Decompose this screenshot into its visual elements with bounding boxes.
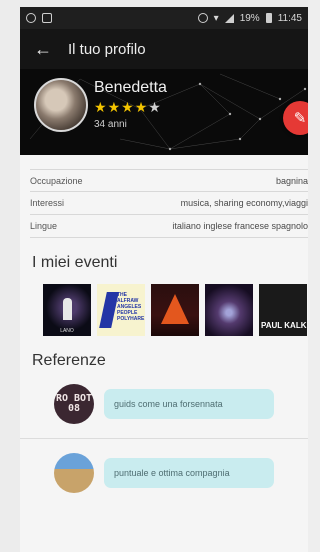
back-arrow-icon[interactable]: ←: [34, 40, 52, 58]
reference-bubble: puntuale e ottima compagnia: [104, 458, 274, 488]
profile-header: Benedetta ★★★★★ 34 anni ✎: [20, 69, 308, 155]
info-label: Interessi: [30, 198, 65, 208]
pencil-icon: ✎: [293, 110, 307, 127]
info-label: Occupazione: [30, 175, 83, 186]
references-list: RO BOT 08 guids come una forsennata punt…: [20, 384, 308, 493]
event-thumbnail[interactable]: PAUL KALK: [259, 284, 307, 336]
info-row-lingue: Lingue italiano inglese francese spagnol…: [30, 215, 308, 238]
event-thumbnail[interactable]: LANO: [43, 284, 91, 336]
whatsapp-icon: [26, 13, 36, 23]
star-icon: ★: [134, 99, 149, 115]
info-value: musica, sharing economy,viaggi: [180, 198, 308, 208]
profile-info: Occupazione bagnina Interessi musica, sh…: [20, 169, 308, 238]
event-graphic: [161, 294, 189, 324]
event-thumbnail[interactable]: [151, 284, 199, 336]
profile-age: 34 anni: [94, 119, 127, 130]
event-caption: THE ALFRAW ANGELES PEOPLE POLYHARE: [117, 292, 145, 322]
screenshot-frame: ▾ 19% 11:45 ← Il tuo profilo Benedetta ★…: [0, 0, 308, 552]
gallery-icon: [42, 13, 52, 23]
reference-divider: [20, 438, 308, 439]
event-graphic: [99, 292, 119, 328]
info-value: italiano inglese francese spagnolo: [172, 221, 308, 231]
event-caption: LANO: [60, 328, 74, 334]
reference-item: puntuale e ottima compagnia: [54, 453, 308, 493]
star-empty-icon: ★: [148, 99, 162, 115]
wifi-icon: ▾: [213, 12, 219, 24]
events-list: LANO THE ALFRAW ANGELES PEOPLE POLYHARE …: [43, 284, 308, 336]
info-row-occupazione: Occupazione bagnina: [30, 169, 308, 192]
info-row-interessi: Interessi musica, sharing economy,viaggi: [30, 192, 308, 215]
references-title: Referenze: [32, 352, 106, 369]
reference-bubble: guids come una forsennata: [104, 389, 274, 419]
rating-stars: ★★★★★: [94, 99, 162, 116]
event-figure: [63, 298, 72, 320]
star-icon: ★: [94, 99, 108, 115]
event-caption: PAUL KALK: [261, 321, 307, 330]
profile-name: Benedetta: [94, 79, 167, 96]
battery-percent: 19%: [239, 12, 260, 24]
signal-icon: [224, 13, 234, 23]
info-value: bagnina: [275, 175, 308, 186]
profile-avatar: [34, 78, 88, 132]
reference-item: RO BOT 08 guids come una forsennata: [54, 384, 308, 424]
battery-icon: [265, 13, 272, 23]
reference-avatar[interactable]: [54, 453, 94, 493]
event-thumbnail[interactable]: THE ALFRAW ANGELES PEOPLE POLYHARE: [97, 284, 145, 336]
status-bar: ▾ 19% 11:45: [20, 7, 308, 29]
app-bar: ← Il tuo profilo: [20, 29, 308, 69]
status-right: ▾ 19% 11:45: [197, 12, 302, 24]
star-icon: ★: [121, 99, 135, 115]
status-time: 11:45: [277, 12, 302, 24]
page-title: Il tuo profilo: [68, 40, 146, 58]
phone-screen: ▾ 19% 11:45 ← Il tuo profilo Benedetta ★…: [20, 7, 308, 552]
alarm-icon: [197, 13, 208, 23]
info-label: Lingue: [30, 221, 58, 231]
star-icon: ★: [107, 99, 122, 115]
event-thumbnail[interactable]: [205, 284, 253, 336]
status-left: [26, 13, 52, 23]
reference-avatar[interactable]: RO BOT 08: [54, 384, 94, 424]
events-title: I miei eventi: [32, 254, 118, 271]
